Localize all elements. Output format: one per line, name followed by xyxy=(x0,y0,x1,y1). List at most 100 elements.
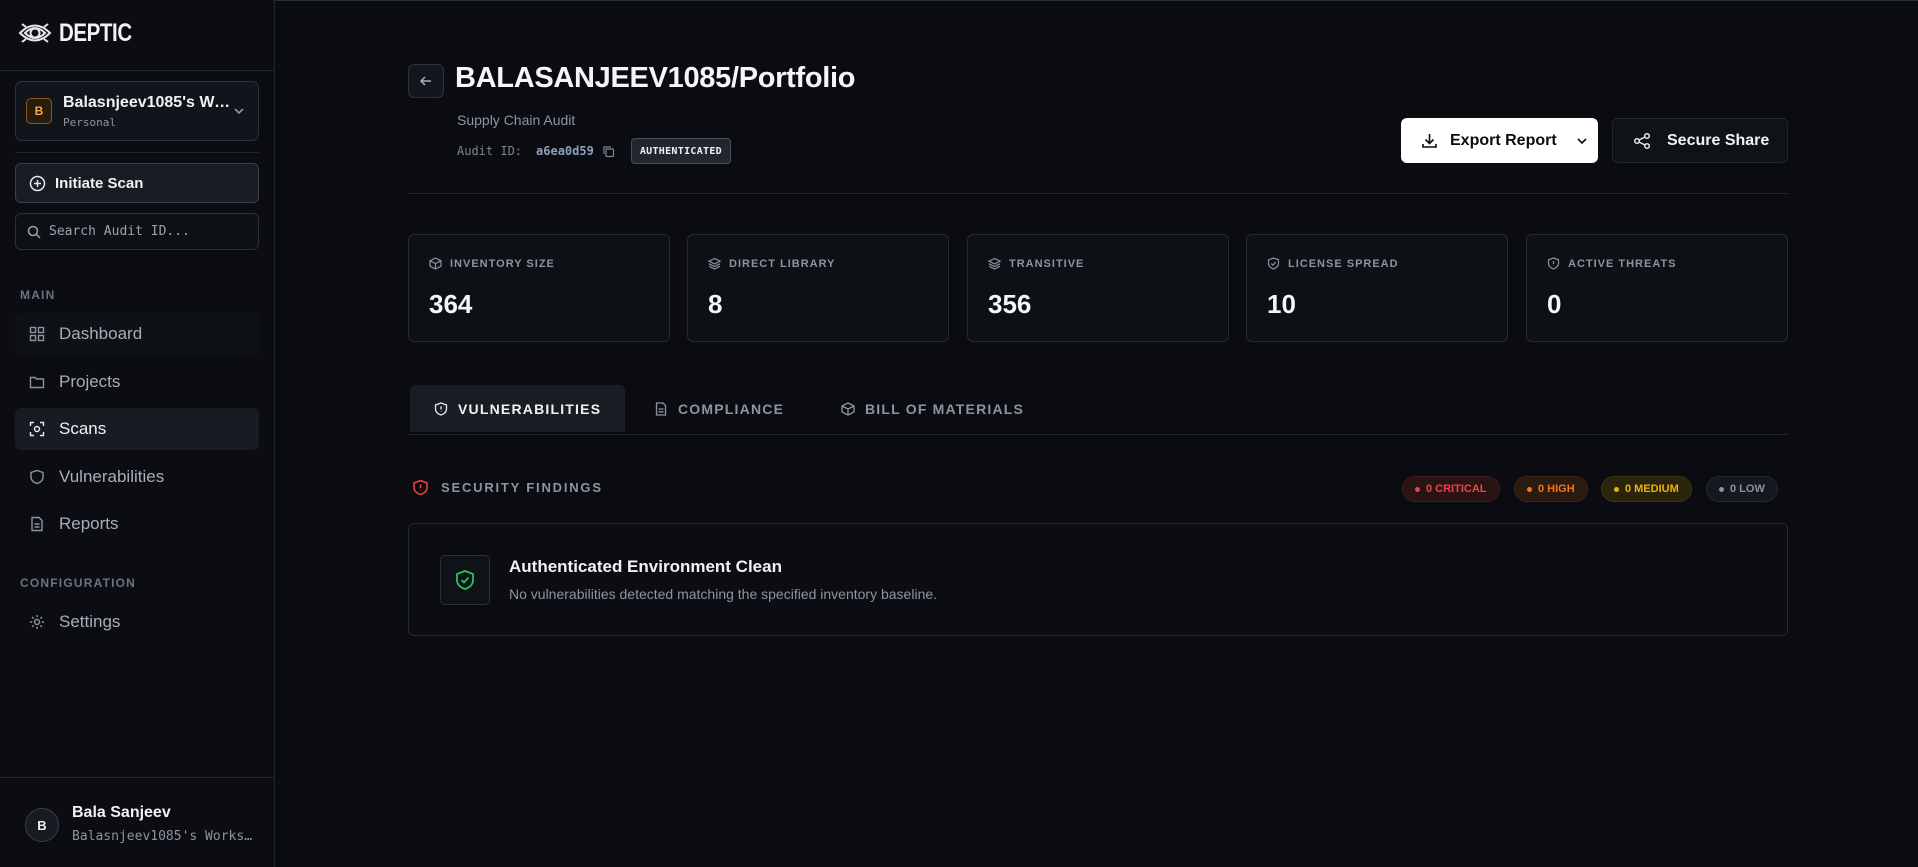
back-button[interactable] xyxy=(408,64,444,98)
divider xyxy=(15,152,259,153)
header-divider xyxy=(408,193,1788,194)
tab-vulnerabilities[interactable]: VULNERABILITIES xyxy=(410,385,626,432)
tab-label: COMPLIANCE xyxy=(678,400,785,417)
scan-icon xyxy=(29,421,45,437)
shield-check-icon xyxy=(1267,257,1280,270)
top-border xyxy=(275,0,1918,1)
box-icon xyxy=(429,257,442,270)
chevron-down-icon xyxy=(234,108,244,115)
secure-share-label: Secure Share xyxy=(1667,131,1770,149)
stat-label: DIRECT LIBRARY xyxy=(729,257,836,270)
clean-title: Authenticated Environment Clean xyxy=(509,557,782,576)
stat-value: 356 xyxy=(988,289,1032,319)
layers-icon xyxy=(708,257,721,270)
arrow-left-icon xyxy=(419,76,431,86)
plus-circle-icon xyxy=(29,175,46,191)
secure-share-button[interactable]: Secure Share xyxy=(1612,118,1788,163)
document-icon xyxy=(655,401,667,416)
sidebar-item-scans[interactable]: Scans xyxy=(15,408,259,450)
tab-label: VULNERABILITIES xyxy=(458,400,602,417)
sidebar-item-label: Settings xyxy=(59,612,121,631)
layers-icon xyxy=(988,257,1001,270)
copy-icon[interactable] xyxy=(602,145,615,158)
divider xyxy=(0,70,275,71)
sidebar-item-label: Vulnerabilities xyxy=(59,467,165,486)
brand-name: DEPTIC xyxy=(59,18,132,47)
workspace-switcher[interactable]: B Balasnjeev1085's Workspace Personal xyxy=(15,81,259,141)
severity-label: 0 LOW xyxy=(1730,483,1765,495)
audit-info: Audit ID: a6ea0d59 AUTHENTICATED xyxy=(457,138,731,164)
document-icon xyxy=(31,516,43,532)
stat-card-active-threats: ACTIVE THREATS 0 xyxy=(1526,234,1788,342)
gear-icon xyxy=(30,615,44,629)
sidebar-item-projects[interactable]: Projects xyxy=(15,361,259,403)
shield-icon xyxy=(30,469,44,485)
stat-label: TRANSITIVE xyxy=(1009,257,1085,270)
sidebar: DEPTIC B Balasnjeev1085's Workspace Pers… xyxy=(0,0,275,867)
severity-label: 0 CRITICAL xyxy=(1426,483,1487,495)
stat-value: 0 xyxy=(1547,289,1562,319)
initiate-scan-label: Initiate Scan xyxy=(55,174,144,192)
download-icon xyxy=(1422,134,1437,148)
tab-compliance[interactable]: COMPLIANCE xyxy=(630,385,808,432)
findings-heading: SECURITY FINDINGS xyxy=(412,479,603,496)
clean-status-card: Authenticated Environment Clean No vulne… xyxy=(408,523,1788,636)
shield-check-icon xyxy=(456,570,474,590)
search-box xyxy=(15,213,259,250)
section-label-configuration: CONFIGURATION xyxy=(20,576,137,590)
workspace-type: Personal xyxy=(63,115,116,129)
stat-value: 364 xyxy=(429,289,473,319)
stat-card-transitive: TRANSITIVE 356 xyxy=(967,234,1229,342)
initiate-scan-button[interactable]: Initiate Scan xyxy=(15,163,259,203)
chevron-down-icon xyxy=(1577,137,1587,144)
stat-label: LICENSE SPREAD xyxy=(1288,257,1399,270)
box-icon xyxy=(841,401,855,416)
tabs-divider xyxy=(408,434,1788,435)
sidebar-item-label: Scans xyxy=(59,419,107,438)
stat-card-inventory-size: INVENTORY SIZE 364 xyxy=(408,234,670,342)
stat-value: 10 xyxy=(1267,289,1296,319)
avatar: B xyxy=(25,808,59,842)
page-title: BALASANJEEV1085/Portfolio xyxy=(455,62,856,94)
severity-pill-high: 0 HIGH xyxy=(1514,476,1588,502)
sidebar-item-reports[interactable]: Reports xyxy=(15,503,259,545)
workspace-avatar: B xyxy=(26,98,52,124)
shield-alert-icon xyxy=(1547,257,1560,270)
sidebar-item-vulnerabilities[interactable]: Vulnerabilities xyxy=(15,456,259,498)
audit-id-label: Audit ID: xyxy=(457,144,523,158)
user-profile[interactable]: B Bala Sanjeev Balasnjeev1085's Workspac… xyxy=(0,777,275,867)
shield-alert-icon xyxy=(413,479,428,496)
status-badge: AUTHENTICATED xyxy=(630,138,731,164)
share-icon xyxy=(1633,132,1651,149)
sidebar-item-settings[interactable]: Settings xyxy=(15,601,259,643)
stat-value: 8 xyxy=(708,289,723,319)
sidebar-item-dashboard[interactable]: Dashboard xyxy=(15,313,259,355)
severity-pill-low: 0 LOW xyxy=(1706,476,1778,502)
tab-label: BILL OF MATERIALS xyxy=(865,400,1025,417)
search-input[interactable] xyxy=(49,224,249,239)
workspace-name: Balasnjeev1085's Workspace xyxy=(63,93,233,111)
section-label-main: MAIN xyxy=(20,288,56,302)
user-workspace: Balasnjeev1085's Workspace xyxy=(72,829,257,844)
brand-logo[interactable]: DEPTIC xyxy=(17,16,148,50)
folder-icon xyxy=(29,376,45,389)
audit-id-value: a6ea0d59 xyxy=(536,144,594,158)
stat-card-license-spread: LICENSE SPREAD 10 xyxy=(1246,234,1508,342)
tab-bill-of-materials[interactable]: BILL OF MATERIALS xyxy=(817,385,1048,432)
sidebar-item-label: Dashboard xyxy=(59,324,143,343)
severity-label: 0 MEDIUM xyxy=(1625,483,1679,495)
grid-icon xyxy=(29,326,45,342)
shield-check-icon-box xyxy=(440,555,490,605)
stat-label: ACTIVE THREATS xyxy=(1568,257,1677,270)
export-report-button[interactable]: Export Report xyxy=(1401,118,1598,163)
page-subtitle: Supply Chain Audit xyxy=(457,112,576,128)
shield-alert-icon xyxy=(434,401,448,416)
export-report-label: Export Report xyxy=(1450,131,1557,149)
severity-pill-medium: 0 MEDIUM xyxy=(1601,476,1692,502)
user-name: Bala Sanjeev xyxy=(72,804,171,821)
search-icon xyxy=(27,225,41,239)
findings-title: SECURITY FINDINGS xyxy=(441,480,603,495)
sidebar-item-label: Reports xyxy=(59,514,119,533)
severity-label: 0 HIGH xyxy=(1538,483,1575,495)
clean-message: No vulnerabilities detected matching the… xyxy=(509,586,938,602)
